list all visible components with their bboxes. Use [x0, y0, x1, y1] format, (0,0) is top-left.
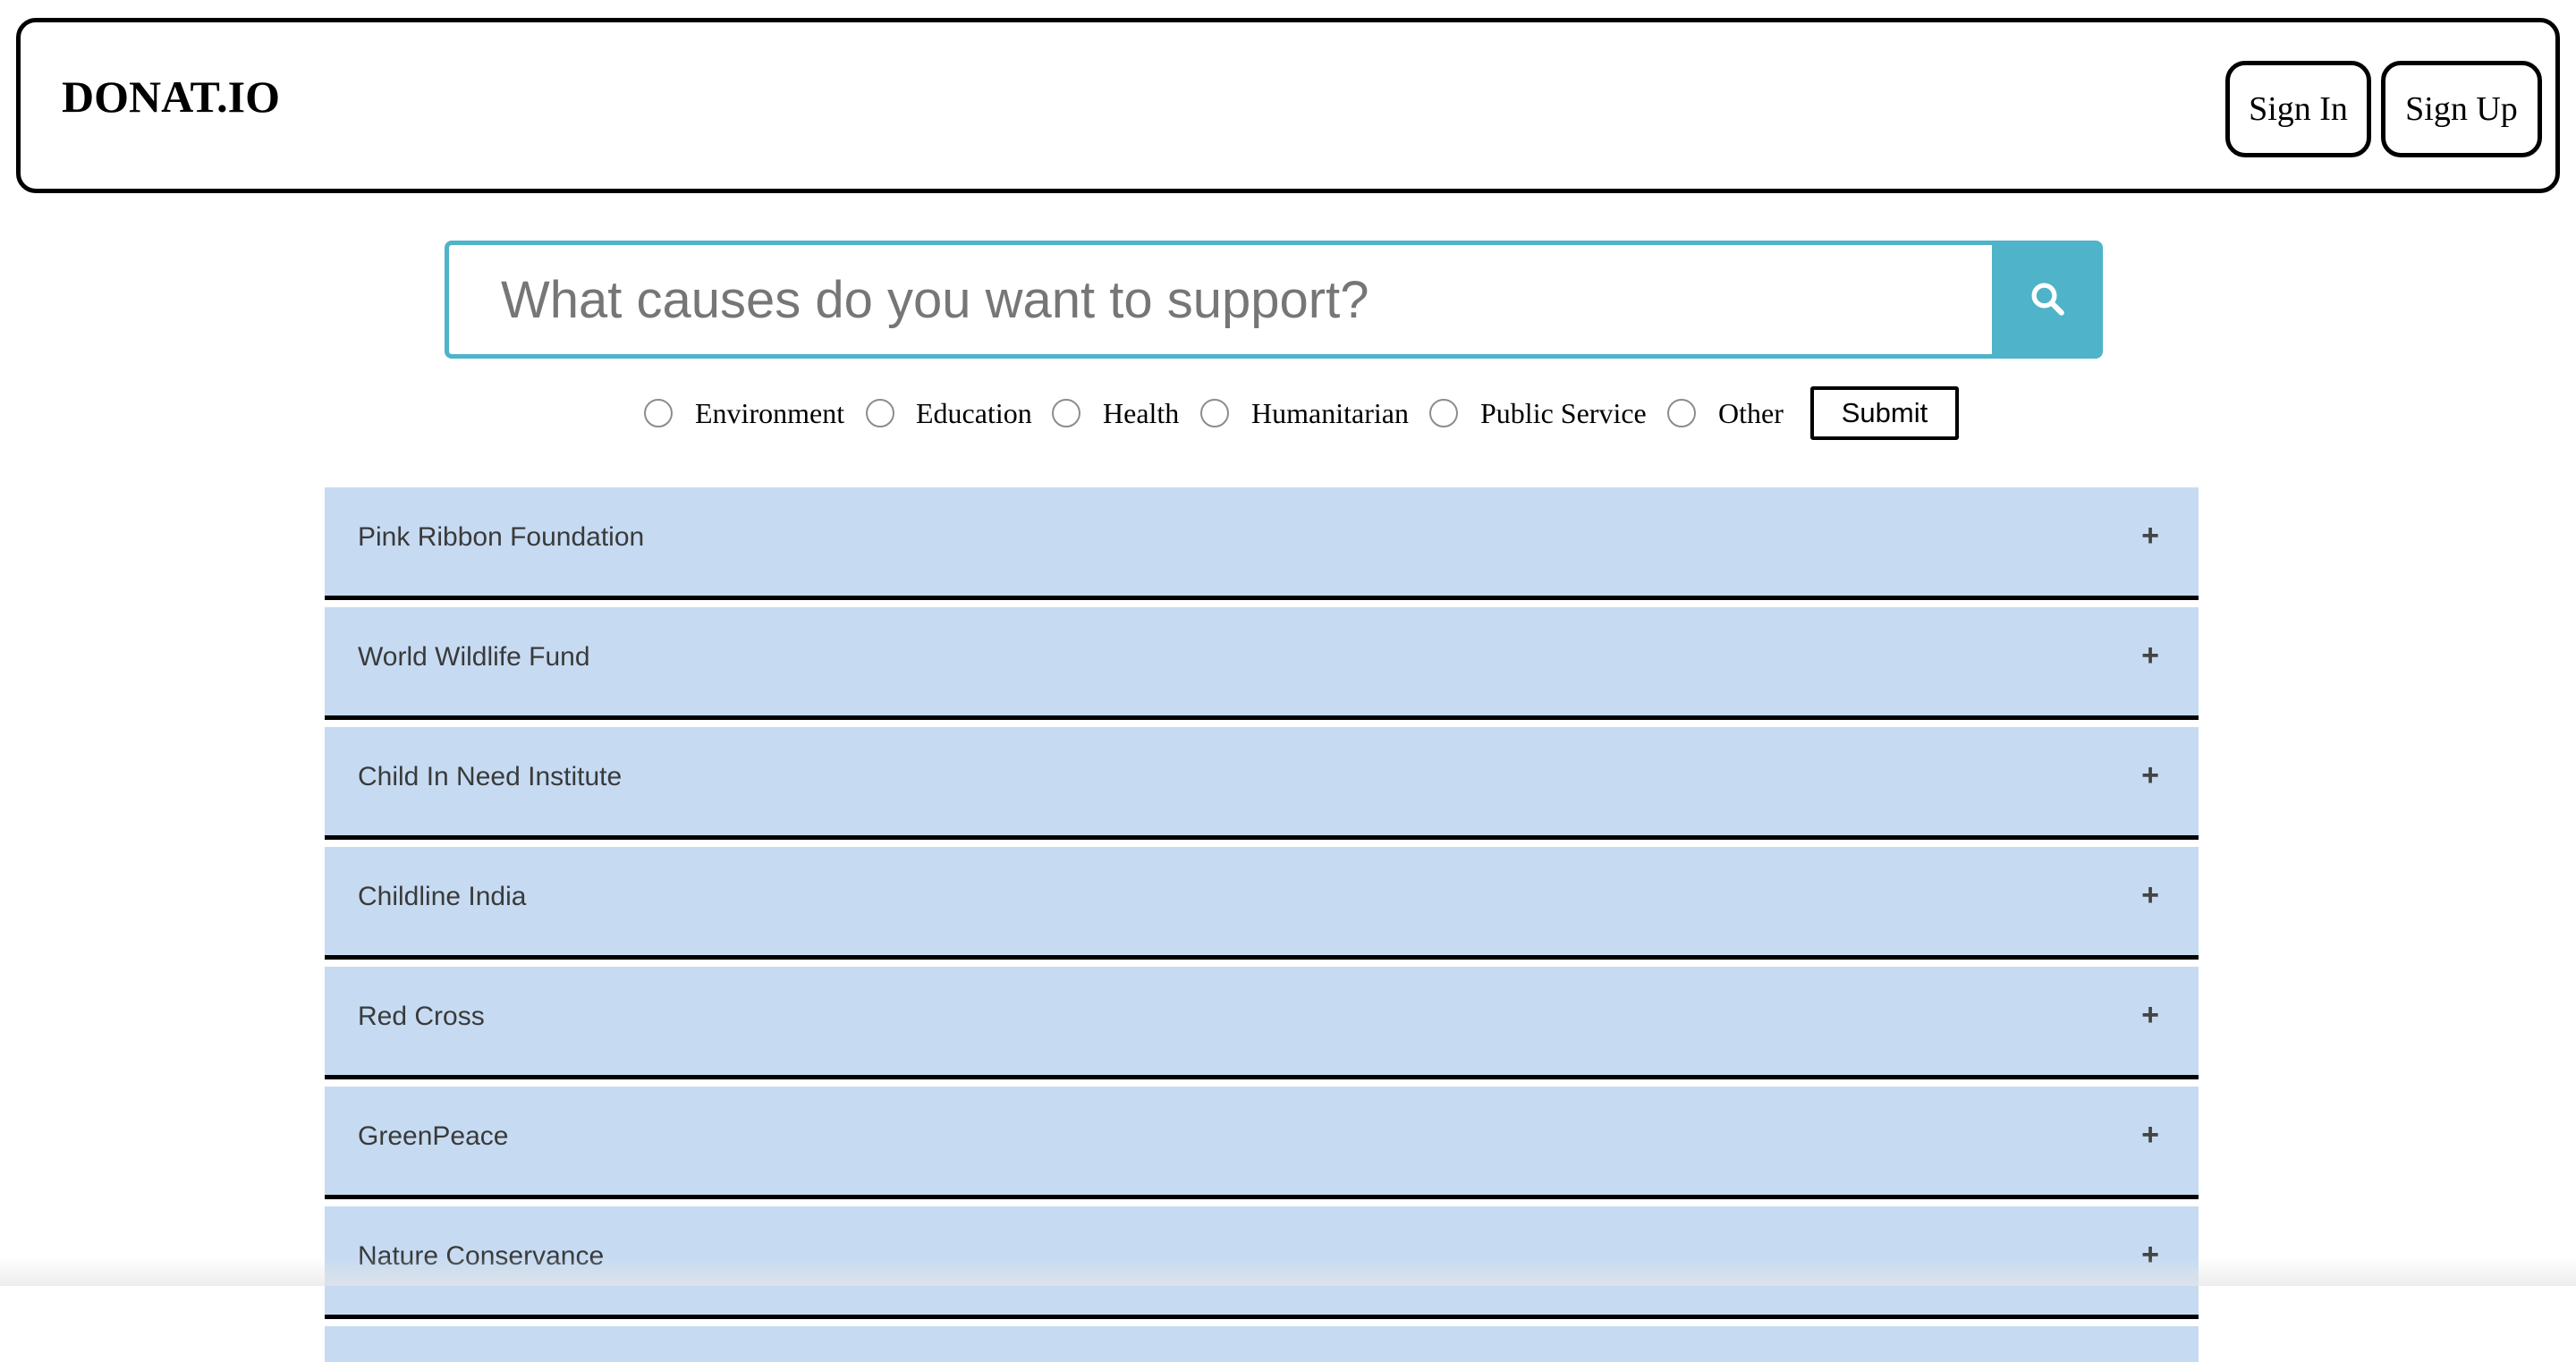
charity-item[interactable]: World Wildlife Fund +	[325, 607, 2199, 720]
radio-label-health: Health	[1103, 397, 1180, 429]
divider	[325, 720, 2199, 727]
expand-plus-icon[interactable]: +	[2141, 877, 2159, 913]
radio-health[interactable]	[1052, 399, 1080, 427]
charity-item[interactable]: Childline India +	[325, 847, 2199, 960]
divider	[325, 600, 2199, 607]
radio-public-service[interactable]	[1429, 399, 1458, 427]
radio-label-public-service: Public Service	[1480, 397, 1647, 429]
charity-name: Child In Need Institute	[358, 762, 623, 791]
expand-plus-icon[interactable]: +	[2141, 1237, 2159, 1273]
expand-plus-icon[interactable]: +	[2141, 1117, 2159, 1153]
search-button[interactable]	[1992, 241, 2103, 359]
expand-plus-icon[interactable]: +	[2141, 997, 2159, 1033]
charity-item[interactable]: Nature Conservance +	[325, 1206, 2199, 1319]
divider	[325, 1079, 2199, 1087]
sign-in-button[interactable]: Sign In	[2225, 61, 2371, 157]
charity-name: Nature Conservance	[358, 1241, 605, 1271]
radio-humanitarian[interactable]	[1200, 399, 1229, 427]
expand-plus-icon[interactable]: +	[2141, 518, 2159, 554]
radio-label-education: Education	[916, 397, 1032, 429]
charity-list: Pink Ribbon Foundation + World Wildlife …	[325, 487, 2199, 1362]
charity-item-partial[interactable]	[325, 1326, 2199, 1362]
search-bar	[445, 241, 2103, 359]
radio-other[interactable]	[1667, 399, 1696, 427]
divider	[325, 840, 2199, 847]
divider	[325, 1199, 2199, 1206]
search-input[interactable]	[445, 241, 1992, 359]
radio-label-humanitarian: Humanitarian	[1251, 397, 1409, 429]
expand-plus-icon[interactable]: +	[2141, 757, 2159, 793]
charity-item[interactable]: Red Cross +	[325, 967, 2199, 1079]
site-logo[interactable]: DONAT.IO	[62, 74, 280, 119]
charity-name: Red Cross	[358, 1002, 485, 1031]
charity-name: GreenPeace	[358, 1121, 509, 1151]
charity-item[interactable]: Pink Ribbon Foundation +	[325, 487, 2199, 600]
divider	[325, 1319, 2199, 1326]
radio-education[interactable]	[866, 399, 894, 427]
charity-item[interactable]: GreenPeace +	[325, 1087, 2199, 1199]
charity-item[interactable]: Child In Need Institute +	[325, 727, 2199, 840]
radio-label-other: Other	[1718, 397, 1784, 429]
expand-plus-icon[interactable]: +	[2141, 638, 2159, 673]
category-filters: Environment Education Health Humanitaria…	[0, 385, 2576, 442]
charity-name: Pink Ribbon Foundation	[358, 522, 645, 552]
top-navbar: DONAT.IO Sign In Sign Up	[16, 18, 2560, 193]
search-icon	[2029, 280, 2066, 320]
charity-name: World Wildlife Fund	[358, 642, 590, 672]
divider	[325, 960, 2199, 967]
radio-label-environment: Environment	[695, 397, 845, 429]
radio-environment[interactable]	[644, 399, 673, 427]
submit-button[interactable]: Submit	[1810, 386, 1959, 440]
charity-name: Childline India	[358, 882, 527, 911]
sign-up-button[interactable]: Sign Up	[2381, 61, 2542, 157]
